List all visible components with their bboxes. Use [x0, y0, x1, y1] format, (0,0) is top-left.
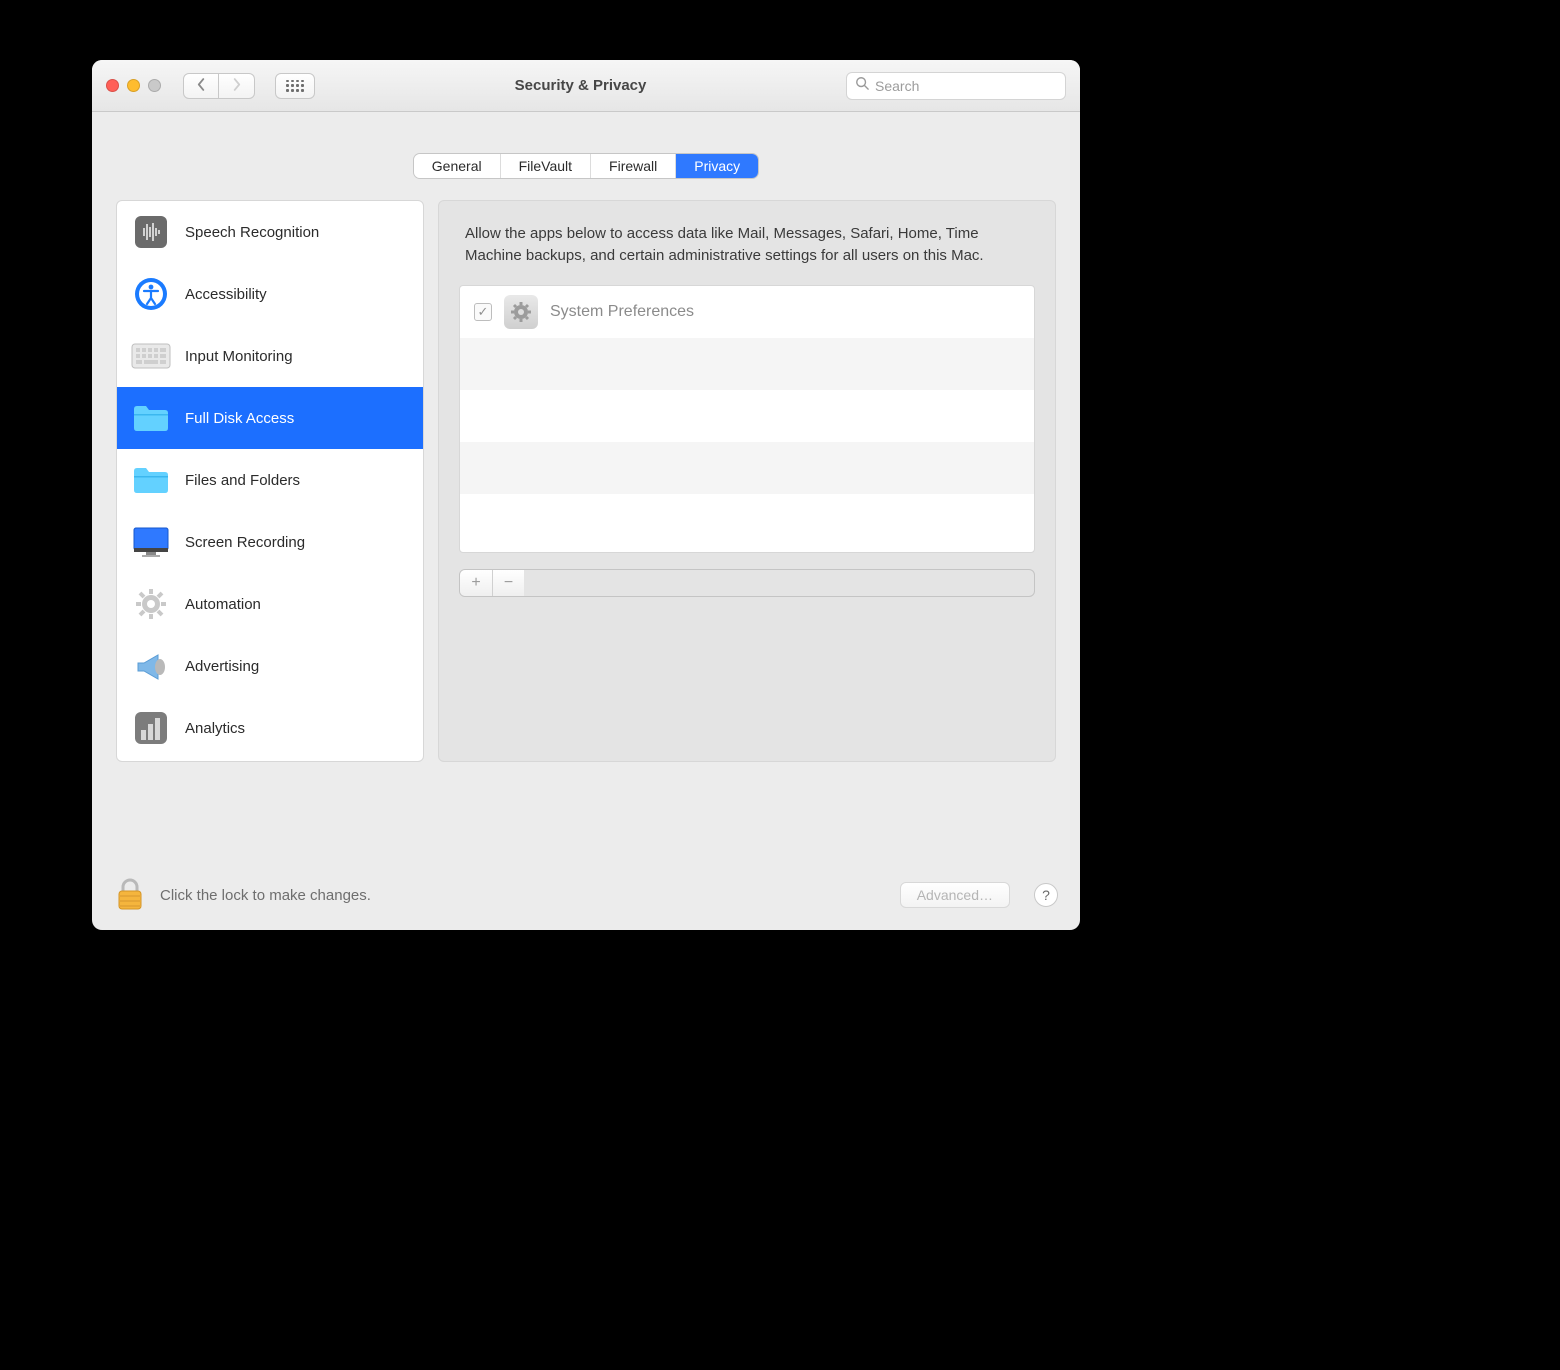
tab-filevault[interactable]: FileVault	[501, 154, 591, 178]
sidebar-item-input-monitoring[interactable]: Input Monitoring	[117, 325, 423, 387]
accessibility-icon	[131, 274, 171, 314]
back-button[interactable]	[183, 73, 219, 99]
tab-bar: General FileVault Firewall Privacy	[116, 154, 1056, 178]
footer: Click the lock to make changes. Advanced…	[92, 860, 1080, 930]
display-icon	[131, 522, 171, 562]
question-icon: ?	[1042, 887, 1050, 903]
window-controls	[106, 79, 165, 92]
gear-icon	[504, 295, 538, 329]
sidebar-item-label: Files and Folders	[185, 472, 300, 489]
nav-buttons	[183, 73, 255, 99]
preferences-window: Security & Privacy General FileVault Fir…	[92, 60, 1080, 930]
lock-text: Click the lock to make changes.	[160, 887, 886, 904]
search-icon	[855, 76, 869, 95]
window-body: General FileVault Firewall Privacy Speec…	[92, 112, 1080, 762]
sidebar-item-label: Automation	[185, 596, 261, 613]
app-row-empty	[460, 494, 1034, 550]
add-button[interactable]: +	[460, 570, 492, 596]
sidebar-item-label: Advertising	[185, 658, 259, 675]
grid-icon	[286, 80, 304, 92]
window-title: Security & Privacy	[325, 77, 836, 94]
app-row-empty	[460, 442, 1034, 494]
forward-button[interactable]	[219, 73, 255, 99]
sidebar-item-automation[interactable]: Automation	[117, 573, 423, 635]
keyboard-icon	[131, 336, 171, 376]
lock-icon[interactable]	[114, 877, 146, 913]
plus-icon: +	[471, 574, 480, 591]
tab-general[interactable]: General	[414, 154, 501, 178]
app-list[interactable]: ✓ System Preferences	[459, 285, 1035, 553]
advanced-button[interactable]: Advanced…	[900, 882, 1010, 908]
sidebar-item-files-and-folders[interactable]: Files and Folders	[117, 449, 423, 511]
remove-button[interactable]: −	[492, 570, 524, 596]
sidebar-item-label: Speech Recognition	[185, 224, 319, 241]
sidebar-item-full-disk-access[interactable]: Full Disk Access	[117, 387, 423, 449]
minus-icon: −	[504, 574, 513, 591]
close-button[interactable]	[106, 79, 119, 92]
sidebar-item-label: Accessibility	[185, 286, 267, 303]
chevron-right-icon	[232, 78, 241, 94]
search-field[interactable]	[846, 72, 1066, 100]
waveform-icon	[131, 212, 171, 252]
add-remove-buttons: + −	[459, 569, 1035, 597]
app-row-empty	[460, 338, 1034, 390]
sidebar-item-analytics[interactable]: Analytics	[117, 697, 423, 759]
megaphone-icon	[131, 646, 171, 686]
help-button[interactable]: ?	[1034, 883, 1058, 907]
tab-privacy[interactable]: Privacy	[676, 154, 758, 178]
show-all-button[interactable]	[275, 73, 315, 99]
sidebar-item-accessibility[interactable]: Accessibility	[117, 263, 423, 325]
description-text: Allow the apps below to access data like…	[465, 223, 1029, 267]
gear-icon	[131, 584, 171, 624]
sidebar-item-advertising[interactable]: Advertising	[117, 635, 423, 697]
chevron-left-icon	[197, 78, 206, 94]
sidebar-item-screen-recording[interactable]: Screen Recording	[117, 511, 423, 573]
app-checkbox[interactable]: ✓	[474, 303, 492, 321]
sidebar-item-label: Input Monitoring	[185, 348, 293, 365]
privacy-detail-pane: Allow the apps below to access data like…	[438, 200, 1056, 762]
sidebar-item-label: Screen Recording	[185, 534, 305, 551]
zoom-button[interactable]	[148, 79, 161, 92]
sidebar-item-speech-recognition[interactable]: Speech Recognition	[117, 201, 423, 263]
sidebar-item-label: Analytics	[185, 720, 245, 737]
search-input[interactable]	[875, 78, 1057, 94]
tab-firewall[interactable]: Firewall	[591, 154, 676, 178]
folder-icon	[131, 460, 171, 500]
minimize-button[interactable]	[127, 79, 140, 92]
app-row-empty	[460, 390, 1034, 442]
sidebar-item-label: Full Disk Access	[185, 410, 294, 427]
app-row[interactable]: ✓ System Preferences	[460, 286, 1034, 338]
folder-icon	[131, 398, 171, 438]
titlebar: Security & Privacy	[92, 60, 1080, 112]
privacy-category-sidebar[interactable]: Speech Recognition Accessibility Input M…	[116, 200, 424, 762]
app-name: System Preferences	[550, 303, 694, 321]
barchart-icon	[131, 708, 171, 748]
